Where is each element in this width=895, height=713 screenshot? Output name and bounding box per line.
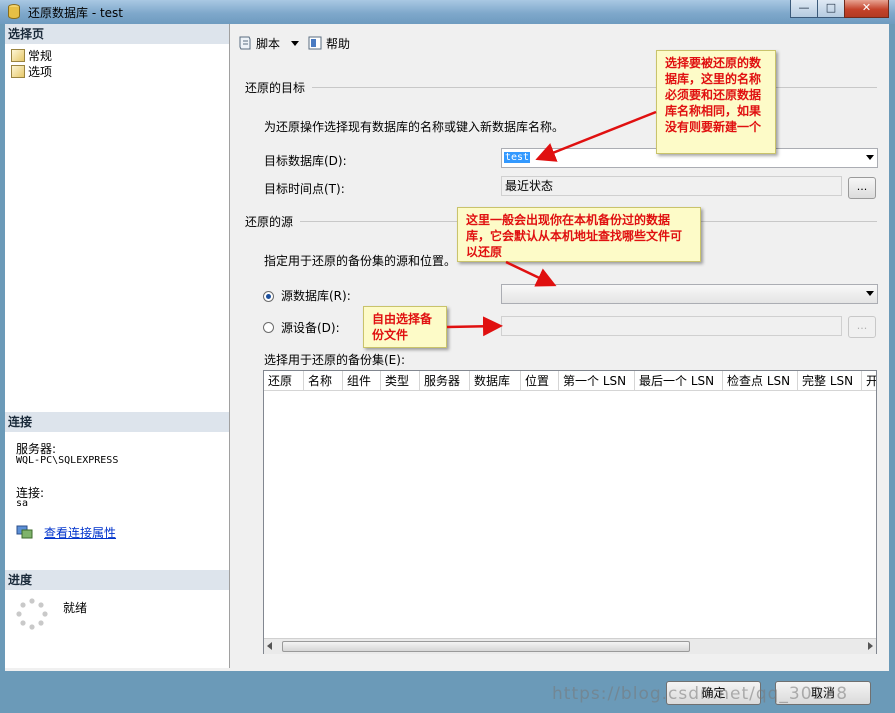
annotation-arrow <box>446 316 503 337</box>
annotation-arrows <box>446 110 657 337</box>
watermark-text: https://blog.csdn.net/qq_30228 <box>552 684 849 704</box>
annotation-arrow <box>505 260 557 287</box>
annotation-arrow <box>535 110 657 162</box>
